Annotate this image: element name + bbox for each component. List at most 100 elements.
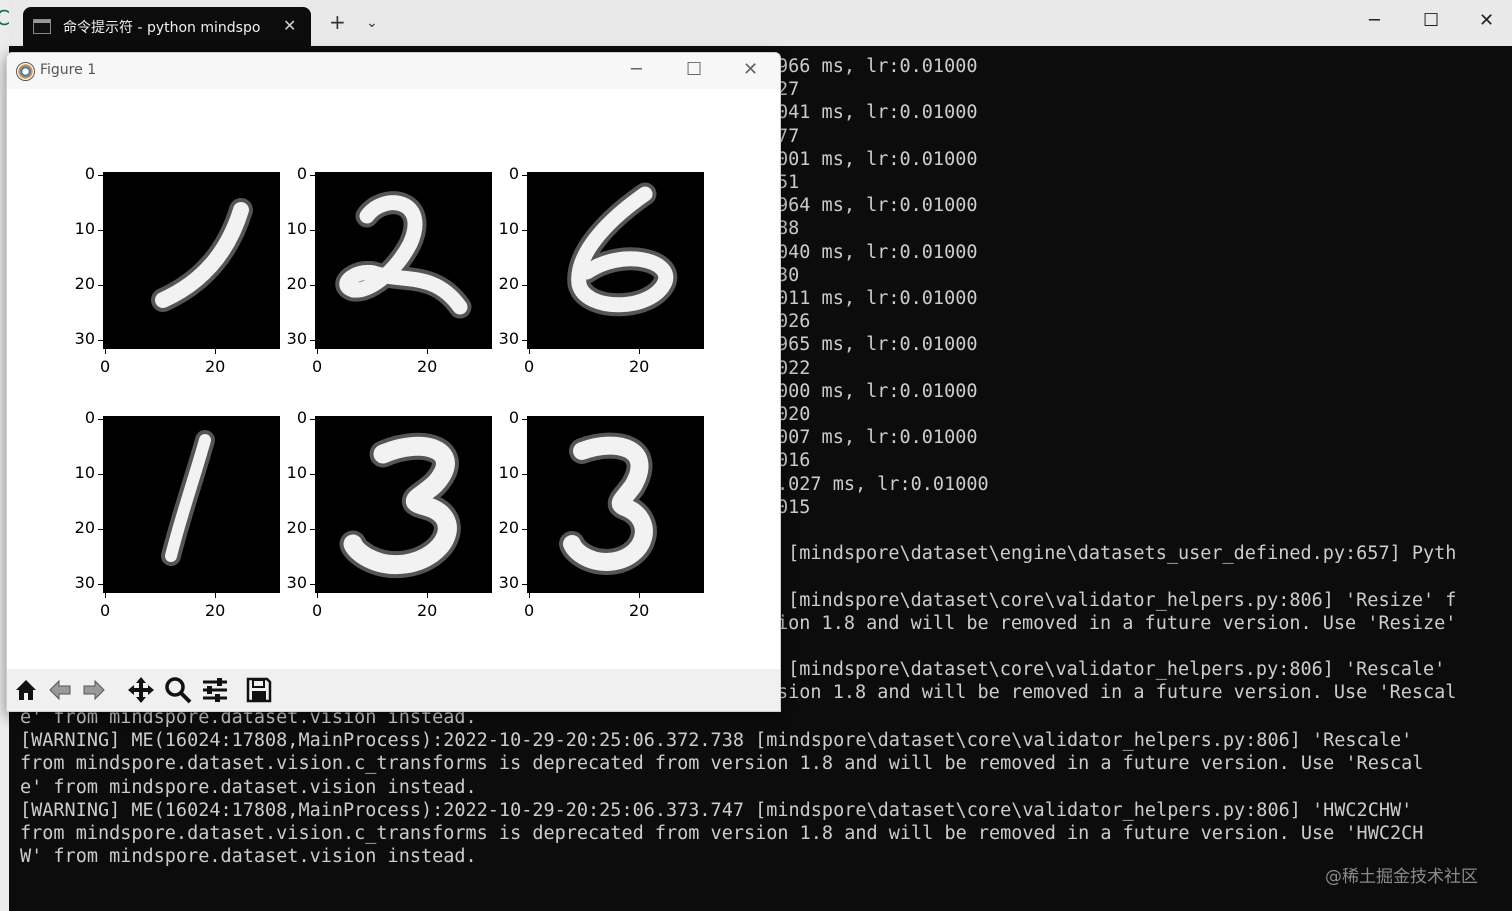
y-tick-label: 30 <box>74 329 95 348</box>
x-tick-mark <box>317 593 318 598</box>
y-tick-mark <box>98 474 103 475</box>
terminal-line: e' from mindspore.dataset.vision instead… <box>20 776 477 798</box>
forward-arrow-icon[interactable] <box>78 674 110 706</box>
x-tick-mark <box>639 593 640 598</box>
y-tick-mark <box>310 419 315 420</box>
terminal-line: sion 1.8 and will be removed in a future… <box>777 682 1457 704</box>
x-tick-label: 0 <box>524 601 535 620</box>
x-tick-label: 0 <box>312 601 323 620</box>
y-tick-label: 30 <box>498 329 519 348</box>
y-tick-label: 10 <box>286 463 307 482</box>
y-tick-label: 10 <box>286 219 307 238</box>
y-tick-mark <box>310 175 315 176</box>
x-tick-label: 20 <box>629 357 650 376</box>
terminal-line: [mindspore\dataset\core\validator_helper… <box>777 589 1457 611</box>
x-tick-label: 20 <box>417 357 438 376</box>
terminal-line: 000 ms, lr:0.01000 <box>777 380 978 402</box>
figure-titlebar[interactable]: Figure 1 ─ ☐ ✕ <box>7 53 780 89</box>
figure-canvas[interactable]: 0 10 20 30 0 20 0 10 20 30 0 20 0 10 20 30 0 20 0 10 20 30 0 20… <box>7 89 780 669</box>
maximize-button[interactable]: ☐ <box>1423 10 1439 31</box>
x-tick-label: 20 <box>417 601 438 620</box>
y-tick-mark <box>522 285 527 286</box>
home-icon[interactable] <box>10 674 42 706</box>
digit-image-6 <box>527 172 704 349</box>
figure-maximize-button[interactable]: ☐ <box>686 59 702 80</box>
terminal-line: 020 <box>777 404 811 425</box>
terminal-line: from mindspore.dataset.vision.c_transfor… <box>20 753 1424 775</box>
y-tick-label: 30 <box>286 573 307 592</box>
y-tick-label: 30 <box>498 573 519 592</box>
tab-cmd[interactable]: 命令提示符 - python mindspo ✕ <box>23 7 311 46</box>
terminal-line: from mindspore.dataset.vision.c_transfor… <box>20 823 1424 844</box>
zoom-icon[interactable] <box>162 674 194 706</box>
terminal-line: 966 ms, lr:0.01000 <box>777 56 978 77</box>
save-icon[interactable] <box>243 674 275 706</box>
y-tick-label: 20 <box>74 274 95 293</box>
y-tick-mark <box>98 285 103 286</box>
minimize-button[interactable]: ─ <box>1369 10 1380 31</box>
back-arrow-icon[interactable] <box>44 674 76 706</box>
x-tick-mark <box>105 349 106 354</box>
x-tick-label: 0 <box>100 357 111 376</box>
terminal-line: ion 1.8 and will be removed in a future … <box>777 612 1457 634</box>
x-tick-label: 20 <box>629 601 650 620</box>
y-tick-mark <box>522 175 527 176</box>
digit-image-1 <box>103 416 280 593</box>
y-tick-label: 0 <box>84 164 95 183</box>
y-tick-mark <box>310 230 315 231</box>
y-tick-label: 20 <box>498 274 519 293</box>
x-tick-label: 0 <box>312 357 323 376</box>
x-tick-mark <box>105 593 106 598</box>
chevron-down-icon[interactable]: ⌄ <box>366 15 378 31</box>
terminal-line: 011 ms, lr:0.01000 <box>777 288 978 309</box>
y-tick-label: 20 <box>74 518 95 537</box>
figure-window: Figure 1 ─ ☐ ✕ 0 10 20 30 0 20 0 10 20 30 0 20 0 10 20… <box>6 52 781 712</box>
terminal-line: 015 <box>777 496 811 518</box>
tab-close-icon[interactable]: ✕ <box>283 16 296 35</box>
y-tick-label: 0 <box>508 408 519 427</box>
y-tick-mark <box>98 419 103 420</box>
x-tick-label: 0 <box>100 601 111 620</box>
terminal-line: 022 <box>777 357 811 379</box>
y-tick-mark <box>98 529 103 530</box>
y-tick-label: 20 <box>286 274 307 293</box>
x-tick-mark <box>215 593 216 598</box>
figure-close-button[interactable]: ✕ <box>743 59 758 80</box>
new-tab-button[interactable]: + <box>329 12 346 32</box>
terminal-line: .027 ms, lr:0.01000 <box>777 473 989 495</box>
terminal-line: 965 ms, lr:0.01000 <box>777 334 978 356</box>
y-tick-label: 10 <box>74 219 95 238</box>
figure-title: Figure 1 <box>40 62 97 78</box>
configure-icon[interactable] <box>199 674 231 706</box>
y-tick-mark <box>98 340 103 341</box>
close-button[interactable]: ✕ <box>1479 10 1494 31</box>
y-tick-mark <box>310 584 315 585</box>
left-edge-glyph: C <box>0 6 10 30</box>
x-tick-mark <box>529 593 530 598</box>
y-tick-label: 0 <box>508 164 519 183</box>
watermark: @稀土掘金技术社区 <box>1325 867 1478 887</box>
terminal-icon <box>33 19 51 34</box>
terminal-line: 001 ms, lr:0.01000 <box>777 148 978 170</box>
y-tick-mark <box>522 419 527 420</box>
y-tick-mark <box>98 175 103 176</box>
terminal-line: [mindspore\dataset\engine\datasets_user_… <box>777 543 1457 565</box>
matplotlib-icon <box>16 62 35 81</box>
tab-bar: 命令提示符 - python mindspo ✕ + ⌄ ─ ☐ ✕ <box>9 0 1512 46</box>
digit-image-3 <box>315 416 492 593</box>
y-tick-label: 10 <box>74 463 95 482</box>
pan-icon[interactable] <box>125 674 157 706</box>
y-tick-label: 20 <box>286 518 307 537</box>
digit-image-2 <box>315 172 492 349</box>
figure-minimize-button[interactable]: ─ <box>631 59 642 80</box>
terminal-line: 007 ms, lr:0.01000 <box>777 427 978 449</box>
y-tick-mark <box>98 584 103 585</box>
x-tick-mark <box>427 349 428 354</box>
x-tick-label: 20 <box>205 601 226 620</box>
x-tick-mark <box>639 349 640 354</box>
figure-toolbar <box>7 669 780 711</box>
x-tick-mark <box>529 349 530 354</box>
y-tick-mark <box>310 340 315 341</box>
y-tick-mark <box>98 230 103 231</box>
terminal-line: [WARNING] ME(16024:17808,MainProcess):20… <box>20 730 1413 752</box>
